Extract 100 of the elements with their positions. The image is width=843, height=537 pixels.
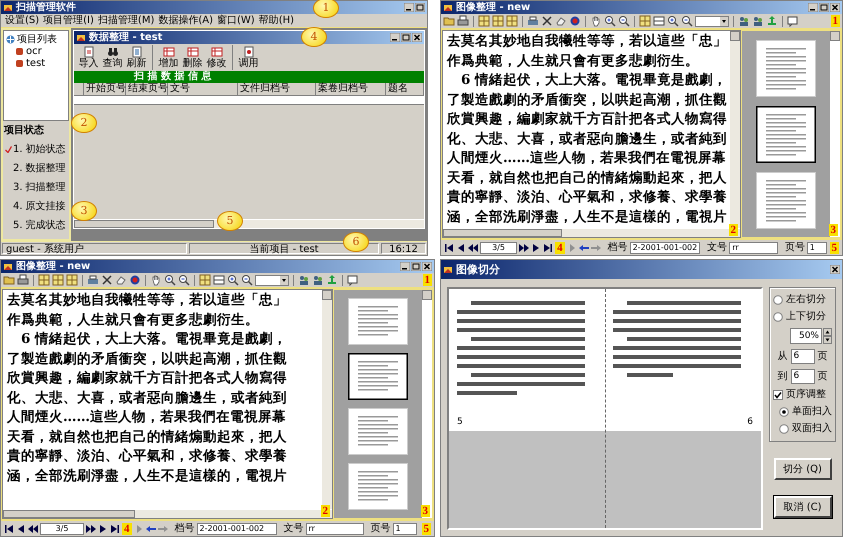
hand-icon[interactable]	[590, 15, 602, 27]
radio-button[interactable]	[773, 312, 783, 322]
maximize-button[interactable]	[415, 3, 425, 12]
page-field[interactable]: 6	[790, 369, 814, 384]
minimize-button[interactable]	[390, 33, 400, 42]
dropdown[interactable]	[255, 274, 289, 286]
menu-item[interactable]: 帮助(H)	[258, 14, 294, 26]
zoom-out-icon[interactable]	[618, 15, 630, 27]
grid-icon[interactable]	[66, 274, 78, 286]
input-field[interactable]: 1	[806, 242, 828, 254]
tree-item[interactable]: 项目列表	[17, 34, 57, 44]
input-field[interactable]: 2-2001-001-002	[196, 522, 276, 534]
grid-icon[interactable]	[52, 274, 64, 286]
people-icon[interactable]	[738, 15, 750, 27]
people-icon[interactable]	[312, 274, 324, 286]
zoom-out-icon[interactable]	[178, 274, 190, 286]
menu-item[interactable]: 窗口(W)	[217, 14, 255, 26]
toolbar-button[interactable]: 刷新	[125, 45, 148, 70]
maximize-button[interactable]	[411, 262, 421, 271]
menu-item[interactable]: 数据操作(A)	[158, 14, 214, 26]
tree-item[interactable]: test	[26, 58, 46, 68]
frame-icon[interactable]	[653, 15, 665, 27]
printer-icon[interactable]	[457, 15, 469, 27]
scrollbar[interactable]	[422, 290, 432, 518]
toolbar-button[interactable]: 调用	[237, 45, 260, 70]
zoom-in-icon[interactable]	[227, 274, 239, 286]
input-field[interactable]: 2-2001-001-002	[630, 242, 700, 254]
next-icon[interactable]	[98, 524, 108, 534]
next-icon[interactable]	[531, 242, 542, 252]
close-button[interactable]	[830, 265, 840, 274]
close-button[interactable]	[412, 33, 422, 42]
first-page-icon[interactable]	[4, 524, 14, 534]
zoom-out-icon[interactable]	[681, 15, 693, 27]
back-arrow-icon[interactable]	[146, 524, 156, 534]
radio-button[interactable]	[779, 424, 789, 434]
toolbar-button[interactable]: 修改	[205, 45, 228, 70]
column-header[interactable]: 文号	[168, 83, 238, 96]
radio-button[interactable]	[773, 295, 783, 305]
minimize-button[interactable]	[808, 3, 818, 12]
scanner-icon[interactable]	[87, 274, 99, 286]
zoom-in-icon[interactable]	[667, 15, 679, 27]
page-field[interactable]: 3/5	[480, 242, 518, 254]
back-arrow-icon[interactable]	[578, 242, 589, 252]
checkbox[interactable]	[773, 390, 783, 400]
minimize-button[interactable]	[404, 3, 414, 12]
page-field[interactable]: 3/5	[40, 522, 84, 534]
menu-item[interactable]: 扫描管理(M)	[98, 14, 154, 26]
ratio-field[interactable]: 50%	[790, 328, 822, 344]
last-page-icon[interactable]	[543, 242, 554, 252]
maximize-button[interactable]	[401, 33, 411, 42]
cross-icon[interactable]	[541, 15, 553, 27]
zoom-in-icon[interactable]	[604, 15, 616, 27]
grid-icon[interactable]	[38, 274, 50, 286]
disc-icon[interactable]	[569, 15, 581, 27]
dropdown[interactable]	[695, 16, 729, 26]
toolbar-button[interactable]: 查询	[101, 45, 124, 70]
toolbar-button[interactable]: 导入	[77, 45, 100, 70]
people-icon[interactable]	[298, 274, 310, 286]
tree-item[interactable]: ocr	[26, 46, 42, 56]
column-header[interactable]: 文件归档号	[238, 83, 316, 96]
dialog-button[interactable]: 切分 (Q)	[774, 458, 832, 480]
cross-icon[interactable]	[101, 274, 113, 286]
scrollbar[interactable]	[830, 31, 840, 237]
previous-icon[interactable]	[456, 242, 466, 252]
empty-table-row[interactable]	[74, 96, 424, 105]
fast-forward-icon[interactable]	[86, 524, 96, 534]
zoom-in-icon[interactable]	[164, 274, 176, 286]
menu-item[interactable]: 项目管理(I)	[43, 14, 94, 26]
rewind-icon[interactable]	[468, 242, 478, 252]
column-header[interactable]: 题名	[386, 83, 424, 96]
page-thumbnail[interactable]	[756, 106, 816, 162]
page-thumbnail[interactable]	[348, 353, 408, 400]
column-header[interactable]: 结束页号	[126, 83, 168, 96]
grid-icon[interactable]	[639, 15, 651, 27]
input-field[interactable]: rr	[306, 522, 364, 534]
people-icon[interactable]	[752, 15, 764, 27]
input-field[interactable]: 1	[392, 522, 416, 534]
fast-forward-icon[interactable]	[519, 242, 530, 252]
dialog-button[interactable]: 取消 (C)	[774, 496, 832, 518]
grid-icon[interactable]	[506, 15, 518, 27]
note-icon[interactable]	[787, 15, 799, 27]
page-field[interactable]: 6	[790, 349, 814, 364]
menu-item[interactable]: 设置(S)	[5, 14, 40, 26]
spinner-arrows[interactable]	[823, 328, 832, 344]
toolbar-button[interactable]: 增加	[157, 45, 180, 70]
hand-icon[interactable]	[150, 274, 162, 286]
last-page-icon[interactable]	[110, 524, 120, 534]
grid-icon[interactable]	[478, 15, 490, 27]
toolbar-button[interactable]: 删除	[181, 45, 204, 70]
close-button[interactable]	[422, 262, 432, 271]
scanner-icon[interactable]	[527, 15, 539, 27]
previous-icon[interactable]	[16, 524, 26, 534]
frame-icon[interactable]	[213, 274, 225, 286]
column-header[interactable]: 开始页号	[84, 83, 126, 96]
note-icon[interactable]	[347, 274, 359, 286]
printer-icon[interactable]	[17, 274, 29, 286]
input-field[interactable]: rr	[729, 242, 778, 254]
rewind-icon[interactable]	[28, 524, 38, 534]
close-button[interactable]	[830, 3, 840, 12]
minimize-button[interactable]	[400, 262, 410, 271]
